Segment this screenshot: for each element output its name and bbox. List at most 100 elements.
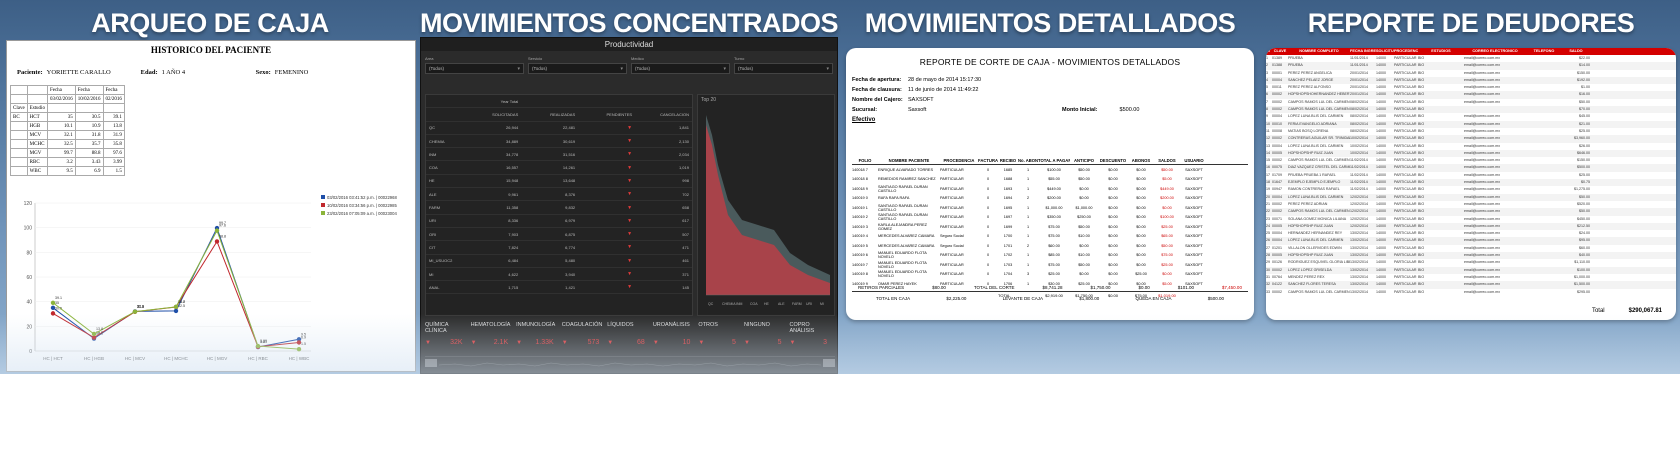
table-cell: SANTIAGO RAFAEL DURAN CASTILLO bbox=[878, 184, 928, 193]
table-cell: 14000 bbox=[1376, 63, 1386, 68]
area-x-label: ALE bbox=[778, 302, 785, 306]
table-cell bbox=[1526, 77, 1562, 84]
data-point bbox=[214, 239, 220, 244]
table-column-row: Clave Estudio bbox=[10, 103, 125, 113]
grid-row: CHEMIA 34,889 30,619 ▼ 2,130 bbox=[426, 135, 692, 149]
down-arrow-icon: ▼ bbox=[627, 204, 633, 211]
area-x-label: COA bbox=[750, 302, 758, 306]
table-cell bbox=[1526, 237, 1562, 244]
table-cell: PARTICULAR bbox=[1394, 63, 1417, 68]
table-cell: 00005 bbox=[1272, 150, 1282, 155]
table-cell: $0.00 bbox=[1136, 215, 1146, 220]
table-cell: $26.00 bbox=[1579, 143, 1590, 148]
table-cell: 14000 bbox=[1376, 274, 1386, 279]
table-cell: 1685 bbox=[1003, 167, 1013, 172]
table-cell: $0.00 bbox=[1136, 234, 1146, 239]
filter-area: Area (Todos) bbox=[425, 55, 524, 74]
table-cell bbox=[26, 94, 48, 104]
table-cell: 1702 bbox=[1003, 253, 1013, 258]
table-cell: $50.00 bbox=[1579, 99, 1590, 104]
legend-label: 03/02/2016 03:41:52 p.m. | 00022968 bbox=[327, 195, 397, 200]
table-cell: email@correo.com.mx bbox=[1464, 267, 1500, 272]
grid-cell: 471 bbox=[682, 244, 689, 250]
grid-header-cell: PENDIENTES bbox=[606, 111, 633, 117]
table-header-cell: NOMBRE PACIENTE bbox=[888, 158, 930, 163]
table-header-cell: ANTICIPO bbox=[1073, 158, 1094, 163]
debtors-total: Total $290,067.81 bbox=[1591, 308, 1662, 314]
table-cell: 3.99 bbox=[102, 157, 125, 167]
table-cell: $0.00 bbox=[1108, 272, 1118, 277]
report-title: HISTORICO DEL PACIENTE bbox=[150, 45, 272, 55]
table-cell: 00002 bbox=[1272, 209, 1282, 214]
timeline-left-handle[interactable] bbox=[425, 359, 437, 367]
table-cell: 14000 bbox=[1376, 121, 1386, 126]
filter-select[interactable]: (Todos) bbox=[528, 63, 627, 74]
timeline-scrubber[interactable] bbox=[425, 356, 835, 372]
table-cell: $100.00 bbox=[1577, 267, 1590, 272]
table-cell: $70.00 bbox=[1579, 107, 1590, 112]
filter-select[interactable]: (Todos) bbox=[734, 63, 833, 74]
table-cell: $0.00 bbox=[1136, 177, 1146, 182]
table-cell: 14000 bbox=[1376, 267, 1386, 272]
table-cell: SANTIAGO RAFAEL DURAN CASTILLO bbox=[878, 203, 928, 212]
grid-cell: 34,889 bbox=[506, 138, 519, 144]
table-cell: $10.00 bbox=[1078, 253, 1090, 258]
table-cell: email@correo.com.mx bbox=[1464, 180, 1500, 185]
grid-row: INM 34,778 31,516 ▼ 2,034 bbox=[426, 148, 692, 162]
debtor-row: 9 00004 LOPEZ LUNA BLIS DEL CARMEN 08/02/20… bbox=[1266, 113, 1676, 120]
table-cell: 1697 bbox=[1003, 215, 1013, 220]
sucursal-value: Saxsoft bbox=[908, 107, 927, 113]
table-cell: 00002 bbox=[1272, 107, 1282, 112]
table-cell: 0 bbox=[986, 186, 990, 191]
table-cell: PRUEBA bbox=[1288, 56, 1303, 60]
filter-select[interactable]: (Todos) bbox=[425, 63, 524, 74]
table-cell: $0.00 bbox=[1136, 224, 1146, 229]
debtor-row: 20 00004 LOPEZ LUNA BLIS DEL CARMEN 12/02/2… bbox=[1266, 193, 1676, 201]
grid-header-row: SOLICITADAS REALIZADAS PENDIENTES CANCELACI… bbox=[426, 108, 692, 122]
area-chart: QC CHEMIA INM COA HE ALE FARM URI MI bbox=[706, 115, 830, 306]
table-cell: MANUEL EDUARDO FLOTA NOVELO bbox=[878, 251, 927, 260]
table-cell bbox=[1526, 230, 1562, 237]
table-cell: email@correo.com.mx bbox=[1464, 289, 1500, 294]
table-cell: BIO bbox=[1418, 128, 1425, 133]
table-cell: $22.00 bbox=[1579, 56, 1590, 60]
table-cell: 30.5 bbox=[74, 112, 104, 122]
table-cell: PARTICULAR bbox=[1394, 114, 1417, 119]
debtor-row: 11 00008 MATIAS BOSQ LORENA 08/02/2014 14000… bbox=[1266, 128, 1676, 135]
kpi-card: Hematología ▼ 2.1K bbox=[471, 322, 517, 354]
table-row: 140019 4 MERCEDES ALVAREZ CAMARA Seguro So… bbox=[852, 232, 1248, 242]
filter-select[interactable]: (Todos) bbox=[631, 63, 730, 74]
table-cell: $192.00 bbox=[1577, 77, 1590, 82]
grid-header-row: Year Total bbox=[426, 95, 692, 109]
kpi-card: Uroanálisis ▼ 10 bbox=[653, 322, 699, 354]
table-cell: 0 bbox=[986, 243, 990, 248]
table-cell: email@correo.com.mx bbox=[1464, 136, 1500, 141]
table-cell: PARTICULAR bbox=[1394, 150, 1417, 155]
data-point bbox=[296, 346, 302, 352]
down-arrow-icon: ▼ bbox=[470, 340, 477, 346]
table-cell: 1 bbox=[1026, 205, 1030, 210]
table-header-cell: TOTAL A PAGAR bbox=[1038, 158, 1070, 163]
table-cell: 14000 bbox=[1376, 128, 1386, 133]
grid-cell: 8,336 bbox=[508, 218, 519, 224]
table-cell: FERIA EVANGELIO ADRIANA bbox=[1288, 121, 1337, 126]
grid-cell: 507 bbox=[682, 231, 689, 237]
table-cell: email@correo.com.mx bbox=[1464, 245, 1500, 250]
footer-value: QUEDA EN CAJA bbox=[1135, 296, 1172, 301]
kpi-strip: Química Clínica ▼ 32K Hematología ▼ 2.1K Inmun… bbox=[425, 322, 835, 354]
debtor-row: 6 00002 HOPSHOPSHOHERNANDEZ HEBERT 20/01/20… bbox=[1266, 91, 1676, 99]
debtor-row: 24 00005 HOPSHOPSHP RUIZ JUAN 12/02/2014 140… bbox=[1266, 222, 1676, 231]
grid-cell: MI bbox=[429, 271, 434, 277]
table-cell: $450.00 bbox=[1577, 216, 1590, 221]
table-cell: PARTICULAR bbox=[1394, 289, 1417, 294]
table-cell: HERNANDEZ HERNANDEZ REY bbox=[1288, 231, 1343, 236]
table-cell: Seguro Social bbox=[940, 234, 964, 239]
monto-inicial: Monto Inicial: $500.00 bbox=[1062, 107, 1140, 113]
table-cell: 1695 bbox=[1003, 205, 1013, 210]
down-arrow-icon: ▼ bbox=[627, 191, 633, 198]
panel-arqueo: ARQUEO DE CAJA HISTORICO DEL PACIENTE Pa… bbox=[0, 0, 420, 374]
table-cell: BIO bbox=[1418, 260, 1425, 265]
table-cell: PARTICULAR bbox=[940, 196, 964, 201]
table-cell: BIO bbox=[1418, 231, 1425, 236]
timeline-right-handle[interactable] bbox=[823, 359, 835, 367]
